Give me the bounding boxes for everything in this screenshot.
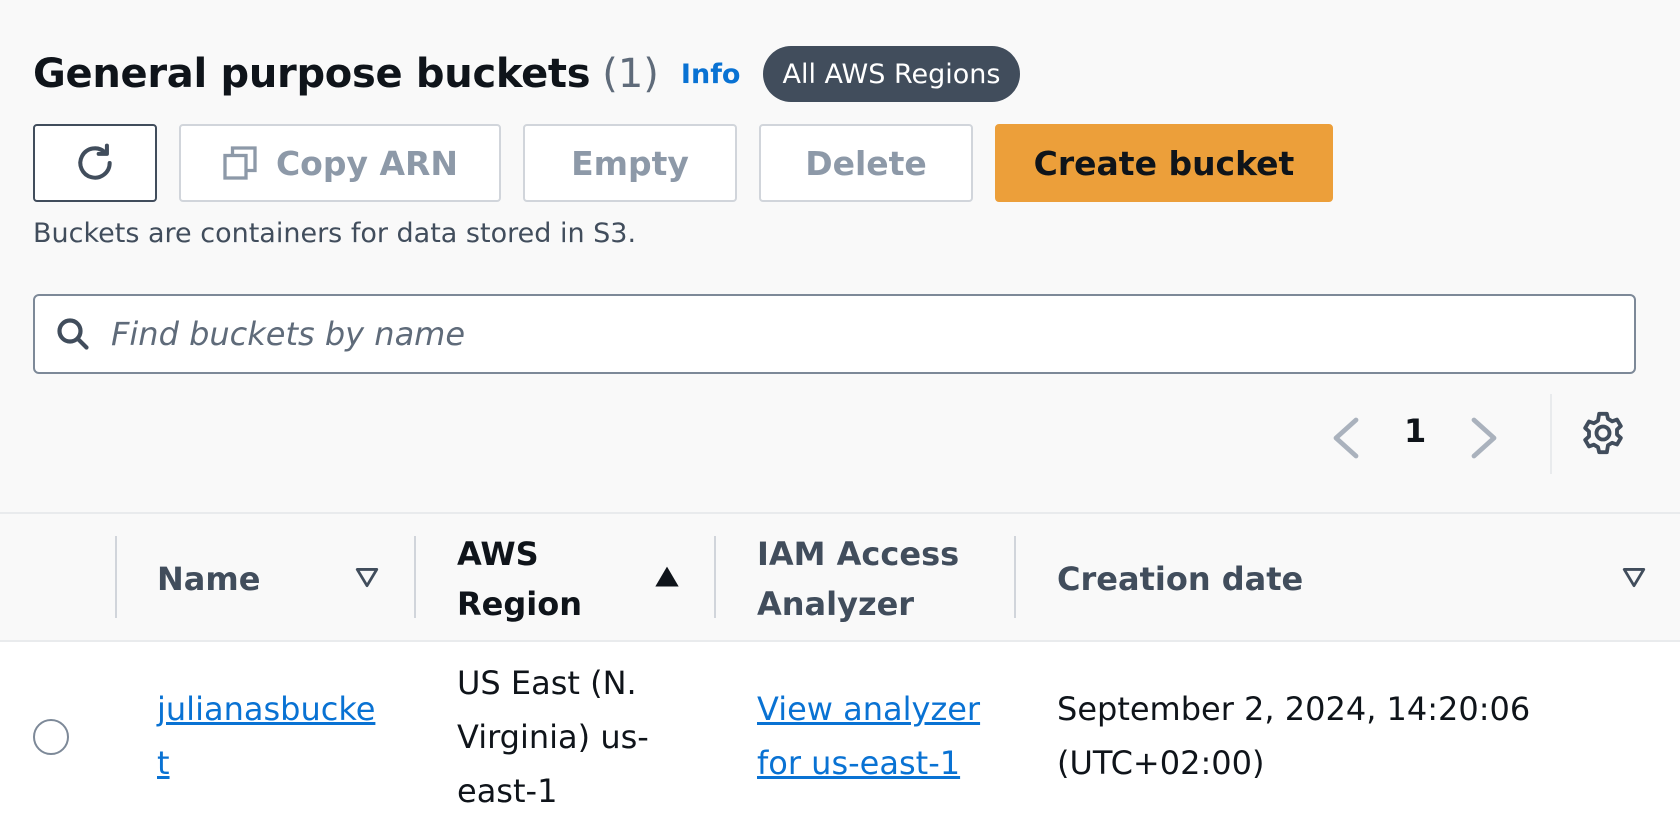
bucket-name-link[interactable]: julianasbucket — [157, 682, 382, 790]
column-divider — [115, 536, 117, 618]
table-header: Name AWS Region IAM Access Analyzer Crea… — [0, 512, 1680, 642]
delete-button[interactable]: Delete — [759, 124, 973, 202]
table-row: julianasbucket US East (N. Virginia) us-… — [0, 642, 1680, 820]
create-bucket-label: Create bucket — [1033, 143, 1295, 183]
create-bucket-button[interactable]: Create bucket — [995, 124, 1333, 202]
column-divider — [414, 536, 416, 618]
pagination: 1 — [1330, 394, 1680, 474]
copy-icon — [223, 146, 257, 180]
page-title: General purpose buckets — [33, 51, 591, 97]
column-header-name[interactable]: Name — [157, 554, 260, 604]
bucket-region: US East (N. Virginia) us-east-1 — [457, 664, 649, 810]
gear-icon[interactable] — [1580, 410, 1626, 456]
region-badge: All AWS Regions — [762, 46, 1021, 102]
empty-label: Empty — [571, 143, 689, 183]
column-divider — [714, 536, 716, 618]
copy-arn-button[interactable]: Copy ARN — [179, 124, 501, 202]
chevron-right-icon[interactable] — [1466, 416, 1500, 460]
column-header-iam[interactable]: IAM Access Analyzer — [757, 529, 977, 629]
pagination-divider — [1550, 394, 1552, 474]
copy-arn-label: Copy ARN — [275, 143, 459, 183]
sort-up-icon[interactable] — [653, 562, 681, 590]
row-select-radio[interactable] — [33, 719, 69, 755]
search-field[interactable]: Find buckets by name — [33, 294, 1636, 374]
empty-button[interactable]: Empty — [523, 124, 737, 202]
bucket-count: (1) — [602, 51, 659, 97]
delete-label: Delete — [805, 143, 927, 183]
view-analyzer-link[interactable]: View analyzer for us-east-1 — [757, 682, 1007, 790]
search-icon — [57, 318, 89, 350]
current-page[interactable]: 1 — [1404, 412, 1426, 450]
bucket-creation-date: September 2, 2024, 14:20:06 (UTC+02:00) — [1057, 690, 1531, 782]
page-description: Buckets are containers for data stored i… — [33, 218, 637, 249]
refresh-button[interactable] — [33, 124, 157, 202]
column-header-region[interactable]: AWS Region — [457, 529, 627, 629]
column-header-creation-date[interactable]: Creation date — [1057, 554, 1303, 604]
info-link[interactable]: Info — [681, 59, 741, 90]
column-divider — [1014, 536, 1016, 618]
page-header: General purpose buckets (1) Info All AWS… — [33, 44, 1021, 104]
refresh-icon — [78, 143, 112, 180]
sort-down-icon[interactable] — [354, 564, 380, 590]
search-input[interactable]: Find buckets by name — [111, 315, 465, 353]
toolbar: Copy ARN Empty Delete Create bucket — [33, 124, 1333, 202]
chevron-left-icon[interactable] — [1330, 416, 1364, 460]
sort-down-icon[interactable] — [1621, 564, 1647, 590]
